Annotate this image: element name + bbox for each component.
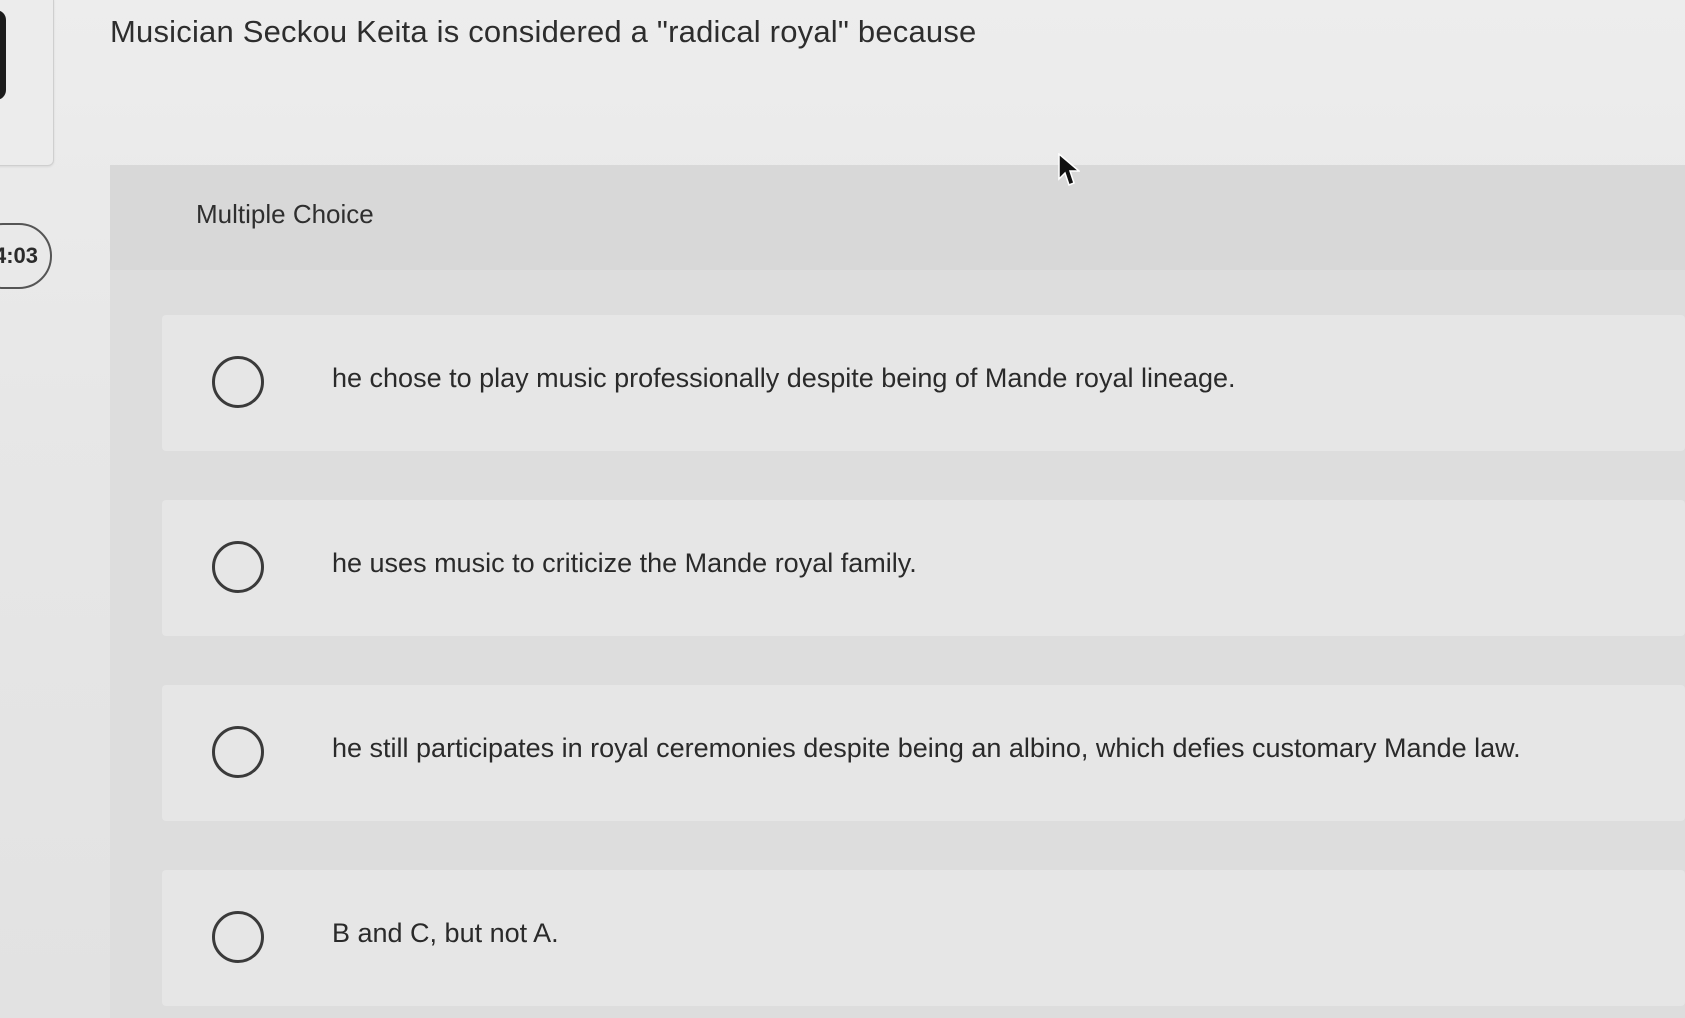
answer-option-text: he chose to play music professionally de… <box>332 363 1236 393</box>
question-text: Musician Seckou Keita is considered a "r… <box>110 14 977 49</box>
radio-button-icon[interactable] <box>212 541 264 593</box>
quiz-page: 4:03 Musician Seckou Keita is considered… <box>0 0 1685 1018</box>
left-edge-control[interactable] <box>0 10 6 100</box>
answer-option-d[interactable]: B and C, but not A. <box>162 870 1685 1006</box>
mouse-pointer-icon <box>1058 153 1080 186</box>
multiple-choice-label: Multiple Choice <box>196 199 374 229</box>
radio-button-icon[interactable] <box>212 911 264 963</box>
answer-option-c[interactable]: he still participates in royal ceremonie… <box>162 685 1685 821</box>
radio-button-icon[interactable] <box>212 726 264 778</box>
answer-option-a[interactable]: he chose to play music professionally de… <box>162 315 1685 451</box>
answer-option-text: B and C, but not A. <box>332 918 559 948</box>
timer-text: 4:03 <box>0 243 38 268</box>
answer-option-b[interactable]: he uses music to criticize the Mande roy… <box>162 500 1685 636</box>
timer-badge: 4:03 <box>0 223 52 289</box>
answer-option-text: he uses music to criticize the Mande roy… <box>332 548 917 578</box>
multiple-choice-header: Multiple Choice <box>110 165 1685 270</box>
multiple-choice-panel: Multiple Choice he chose to play music p… <box>110 165 1685 1018</box>
radio-button-icon[interactable] <box>212 356 264 408</box>
left-navigation-panel[interactable] <box>0 0 54 166</box>
answer-option-text: he still participates in royal ceremonie… <box>332 733 1521 763</box>
